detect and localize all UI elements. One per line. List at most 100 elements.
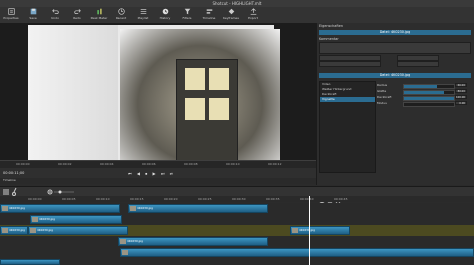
- timeline-tick: 00:00:05: [62, 197, 76, 201]
- save-button[interactable]: Save: [22, 8, 44, 22]
- redo-icon: [73, 9, 81, 14]
- clip-label: 4K0230.jpg: [37, 228, 53, 232]
- timeline-button[interactable]: Timeline: [198, 8, 220, 22]
- timeline-label: Timeline: [202, 16, 216, 20]
- redo-label: Redo: [73, 16, 81, 20]
- zoom-slider[interactable]: [54, 190, 74, 194]
- timeline-tick: 00:00:40: [300, 197, 314, 201]
- window-title: Shotcut - HIGHLIGHT.mlt: [212, 1, 262, 6]
- timeline-playhead[interactable]: [309, 196, 310, 265]
- cut-icon[interactable]: [12, 187, 17, 196]
- param-slider[interactable]: [403, 102, 455, 107]
- timeline-clip[interactable]: [0, 259, 60, 265]
- properties-file-bar: Datei: 4K0230.jpg: [319, 30, 471, 35]
- timeline-track: 4K0230.jpg: [0, 236, 474, 247]
- history-button[interactable]: History: [154, 8, 176, 22]
- filter-param-row: Modus 0.00: [377, 101, 471, 107]
- timeline-track: 4K0230.jpg 4K0230.jpg: [0, 203, 474, 214]
- transport-controls[interactable]: ⏮ ◀ ⏹ ▶ ⏭ ⏯: [128, 171, 175, 176]
- property-field[interactable]: [397, 61, 439, 67]
- viewer-tick: 00:00:12: [268, 162, 282, 166]
- clip-label: 4K0230.jpg: [39, 217, 55, 221]
- peak-meter-button[interactable]: Peak Meter: [88, 8, 110, 22]
- filters-icon: [184, 8, 190, 15]
- viewer-tick: 00:00:08: [184, 162, 198, 166]
- timeline-clip[interactable]: 4K0230.jpg: [28, 226, 128, 235]
- viewer-tick: 00:00:02: [58, 162, 72, 166]
- property-field[interactable]: [319, 61, 381, 67]
- timeline-track: 4K0230.jpg: [0, 214, 474, 225]
- timeline-track: 4K0230.jpg 4K0230.jpg 4K0230.jpg: [0, 225, 474, 236]
- param-label: Glätte: [377, 89, 387, 93]
- param-label: Modus: [377, 101, 387, 105]
- properties-panel: Eigenschaften Datei: 4K0230.jpg Kommenta…: [316, 23, 474, 205]
- viewer-status: Timeline: [0, 178, 316, 184]
- save-label: Save: [29, 16, 37, 20]
- export-icon: [250, 8, 256, 15]
- timeline-tick: 00:00:20: [164, 197, 178, 201]
- preview-door: [176, 59, 238, 165]
- timeline-tick: 00:00:00: [28, 197, 42, 201]
- comment-label: Kommentar: [319, 37, 339, 41]
- param-value[interactable]: 0.00: [455, 101, 467, 105]
- keyframes-icon: [228, 8, 234, 15]
- timeline-tick: 00:00:45: [334, 197, 348, 201]
- clip-label: 4K0230.jpg: [137, 206, 153, 210]
- zoom-out-icon[interactable]: [47, 189, 53, 195]
- history-label: History: [159, 16, 171, 20]
- timeline-tick: 00:00:35: [266, 197, 280, 201]
- properties-button[interactable]: Properties: [0, 8, 22, 22]
- playlist-button[interactable]: Playlist: [132, 8, 154, 22]
- timeline-clip[interactable]: 4K0230.jpg: [290, 226, 350, 235]
- timeline-clip[interactable]: [120, 248, 474, 257]
- viewer-tick: 00:00:00: [16, 162, 30, 166]
- transport-bar: 00:00:11;00 ⏮ ◀ ⏹ ▶ ⏭ ⏯: [0, 168, 316, 178]
- param-label: Deckkraft: [377, 95, 392, 99]
- keyframes-button[interactable]: Keyframes: [220, 8, 242, 22]
- history-icon: [162, 8, 168, 15]
- timeline-clip[interactable]: 4K0230.jpg: [30, 215, 122, 224]
- filters-button[interactable]: Filters: [176, 8, 198, 22]
- viewer-tick: 00:00:10: [226, 162, 240, 166]
- undo-button[interactable]: Undo: [44, 8, 66, 22]
- redo-button[interactable]: Redo: [66, 8, 88, 22]
- timeline-tick: 00:00:25: [198, 197, 212, 201]
- playlist-label: Playlist: [137, 16, 149, 20]
- export-button[interactable]: Export: [242, 8, 264, 22]
- param-value[interactable]: 66.00: [455, 83, 467, 87]
- peak-meter-label: Peak Meter: [90, 16, 108, 20]
- playlist-icon: [140, 9, 146, 14]
- meter-icon: [96, 8, 102, 15]
- export-label: Export: [248, 16, 258, 20]
- timeline-clip[interactable]: 4K0230.jpg: [0, 226, 28, 235]
- timecode-display[interactable]: 00:00:11;00: [3, 171, 24, 175]
- param-value[interactable]: 80.00: [455, 89, 467, 93]
- filter-list[interactable]: Video Weißer Hintergrund Deckkraft Vigne…: [319, 81, 376, 173]
- timeline-tick: 00:00:15: [130, 197, 144, 201]
- filters-header: Datei: 4K0230.jpg: [319, 73, 471, 78]
- timeline-icon: [206, 9, 212, 14]
- filter-item-selected[interactable]: Vignette: [320, 97, 375, 102]
- recent-button[interactable]: Recent: [110, 8, 132, 22]
- comment-field[interactable]: [319, 42, 471, 54]
- timeline-tick: 00:00:30: [232, 197, 246, 201]
- timeline-menu-icon[interactable]: [3, 189, 9, 195]
- clip-label: 4K0230.jpg: [127, 239, 143, 243]
- undo-icon: [51, 9, 59, 14]
- recent-label: Recent: [115, 16, 127, 20]
- filter-param-row: Glätte 80.00: [377, 89, 471, 95]
- timeline-track: [0, 247, 474, 258]
- clip-label: 4K0230.jpg: [9, 228, 25, 232]
- timeline-ruler[interactable]: 00:00:00 00:00:05 00:00:10 00:00:15 00:0…: [0, 196, 474, 202]
- video-viewer[interactable]: [0, 23, 316, 183]
- recent-icon: [117, 8, 125, 15]
- param-value[interactable]: 100.00: [455, 95, 467, 99]
- timeline-clip[interactable]: 4K0230.jpg: [118, 237, 268, 246]
- clip-label: 4K0230.jpg: [299, 228, 315, 232]
- timeline-tick: 00:00:10: [96, 197, 110, 201]
- properties-title: Eigenschaften: [319, 24, 344, 28]
- save-icon: [30, 8, 36, 15]
- timeline-clip[interactable]: 4K0230.jpg: [128, 204, 268, 213]
- timeline-clip[interactable]: 4K0230.jpg: [0, 204, 120, 213]
- filter-param-row: Deckkraft 100.00: [377, 95, 471, 101]
